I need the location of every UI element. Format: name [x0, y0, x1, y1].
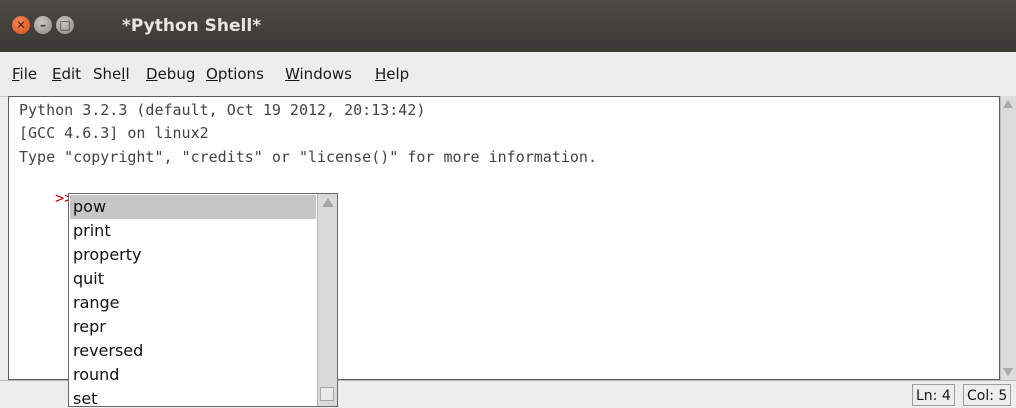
menu-shell-label-start: She: [93, 65, 122, 83]
menu-options-mnemonic: O: [206, 65, 218, 83]
autocomplete-item-repr[interactable]: repr: [70, 315, 316, 339]
menu-shell-label-end: l: [125, 65, 130, 83]
menu-help[interactable]: Help: [375, 52, 409, 96]
menu-edit-label: dit: [61, 65, 82, 83]
autocomplete-item-property[interactable]: property: [70, 243, 316, 267]
menu-options-label: ptions: [217, 65, 264, 83]
shell-scrollbar[interactable]: [1000, 96, 1016, 380]
menu-windows-mnemonic: W: [285, 65, 300, 83]
menu-file-label: ile: [19, 65, 38, 83]
menu-help-mnemonic: H: [375, 65, 387, 83]
autocomplete-item-set[interactable]: set: [70, 387, 316, 406]
menu-debug-mnemonic: D: [146, 65, 158, 83]
scroll-up-arrow-icon[interactable]: [1003, 100, 1013, 108]
menu-debug[interactable]: Debug: [146, 52, 195, 96]
scroll-down-arrow-icon[interactable]: [1003, 368, 1013, 376]
shell-output-line: [GCC 4.6.3] on linux2: [19, 124, 209, 142]
menu-debug-label: ebug: [157, 65, 196, 83]
title-bar: ✕ – □ *Python Shell*: [0, 0, 1016, 52]
autocomplete-item-reversed[interactable]: reversed: [70, 339, 316, 363]
menu-edit[interactable]: Edit: [52, 52, 81, 96]
status-column-number: Col: 5: [963, 384, 1012, 406]
menu-help-label: elp: [386, 65, 410, 83]
autocomplete-item-pow[interactable]: pow: [70, 195, 316, 219]
shell-output-line: Python 3.2.3 (default, Oct 19 2012, 20:1…: [19, 101, 426, 119]
menu-shell[interactable]: Shell: [93, 52, 130, 96]
menu-options[interactable]: Options: [206, 52, 264, 96]
menu-windows-label: indows: [299, 65, 352, 83]
maximize-button[interactable]: □: [56, 16, 74, 34]
autocomplete-item-round[interactable]: round: [70, 363, 316, 387]
autocomplete-popup[interactable]: pow print property quit range repr rever…: [68, 193, 338, 407]
close-button[interactable]: ✕: [12, 16, 30, 34]
shell-output-line: Type "copyright", "credits" or "license(…: [19, 148, 597, 166]
menu-file[interactable]: File: [12, 52, 37, 96]
scroll-down-button[interactable]: [320, 387, 334, 401]
menu-bar: File Edit Shell Debug Options Windows He…: [0, 52, 1016, 97]
menu-file-mnemonic: F: [12, 65, 20, 83]
autocomplete-item-quit[interactable]: quit: [70, 267, 316, 291]
autocomplete-scrollbar[interactable]: [317, 194, 337, 406]
autocomplete-item-print[interactable]: print: [70, 219, 316, 243]
minimize-button[interactable]: –: [34, 16, 52, 34]
status-line-number: Ln: 4: [912, 384, 955, 406]
scroll-up-arrow-icon[interactable]: [322, 198, 334, 207]
window-title: *Python Shell*: [122, 16, 262, 36]
autocomplete-item-range[interactable]: range: [70, 291, 316, 315]
menu-windows[interactable]: Windows: [285, 52, 352, 96]
